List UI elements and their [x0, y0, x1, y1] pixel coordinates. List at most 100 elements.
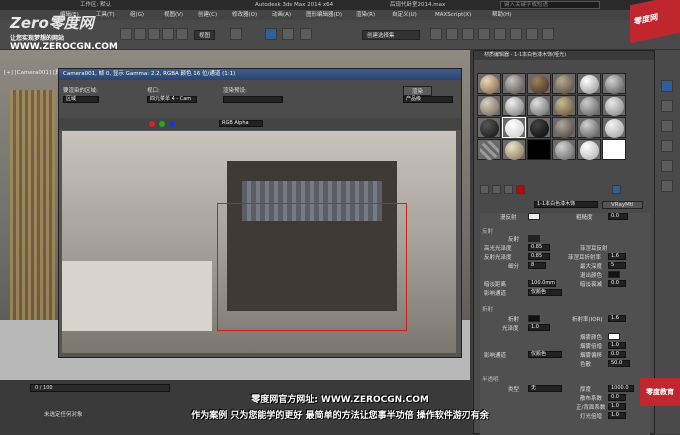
scale-icon[interactable]: [176, 28, 188, 40]
motion-panel-icon[interactable]: [661, 140, 673, 152]
menu-help[interactable]: 帮助(H): [492, 10, 511, 20]
pivot-icon[interactable]: [230, 28, 242, 40]
sample-slot[interactable]: [527, 95, 551, 116]
menu-customize[interactable]: 自定义(U): [392, 10, 417, 20]
sample-slot[interactable]: [602, 139, 626, 160]
sample-slot[interactable]: [577, 95, 601, 116]
menu-modifiers[interactable]: 修改器(O): [232, 10, 257, 20]
exit-color-swatch[interactable]: [608, 271, 620, 278]
sample-slot-active[interactable]: [502, 117, 526, 138]
fresnel-ior-spinner[interactable]: 1.6: [608, 253, 626, 260]
sample-slot[interactable]: [502, 95, 526, 116]
affect-channels-dropdown[interactable]: 仅颜色: [528, 289, 562, 296]
material-editor-icon[interactable]: [510, 28, 522, 40]
select-region-icon[interactable]: [134, 28, 146, 40]
menu-rendering[interactable]: 渲染(R): [356, 10, 375, 20]
display-panel-icon[interactable]: [661, 160, 673, 172]
blue-channel-icon[interactable]: [169, 121, 175, 127]
render-button[interactable]: 渲染: [403, 86, 433, 96]
view-dropdown[interactable]: 视图: [194, 30, 216, 40]
reflect-swatch[interactable]: [528, 235, 540, 242]
refract-affect-channels-dropdown[interactable]: 仅颜色: [528, 351, 562, 358]
modify-panel-icon[interactable]: [661, 100, 673, 112]
selection-set-dropdown[interactable]: 创建选择集: [362, 30, 420, 40]
fog-mult-spinner[interactable]: 1.0: [608, 342, 626, 349]
time-slider[interactable]: 0 / 100: [30, 384, 170, 392]
green-channel-icon[interactable]: [159, 121, 165, 127]
render-icon[interactable]: [542, 28, 554, 40]
mirror-icon[interactable]: [430, 28, 442, 40]
sample-slot[interactable]: [477, 139, 501, 160]
sample-slot[interactable]: [552, 139, 576, 160]
percent-snap-icon[interactable]: [300, 28, 312, 40]
render-region-box[interactable]: [217, 203, 407, 331]
reflect-section-title[interactable]: 反射: [482, 227, 493, 235]
translucency-section-title[interactable]: 半透明: [482, 375, 499, 383]
dim-dist-spinner[interactable]: 100.0mm: [528, 280, 556, 287]
hilight-gloss-spinner[interactable]: 0.85: [528, 244, 550, 251]
workspace-label[interactable]: 工作区: 默认: [80, 0, 111, 10]
sample-slot[interactable]: [552, 95, 576, 116]
channel-dropdown[interactable]: RGB Alpha: [219, 120, 263, 127]
menu-create[interactable]: 创建(C): [198, 10, 217, 20]
max-depth-spinner[interactable]: 5: [608, 262, 626, 269]
refract-swatch[interactable]: [528, 315, 540, 322]
sample-slot[interactable]: [577, 117, 601, 138]
sample-slot[interactable]: [602, 95, 626, 116]
move-icon[interactable]: [148, 28, 160, 40]
refl-gloss-spinner[interactable]: 0.85: [528, 253, 550, 260]
sample-slot[interactable]: [527, 139, 551, 160]
refract-section-title[interactable]: 折射: [482, 305, 493, 313]
align-icon[interactable]: [446, 28, 458, 40]
abbe-spinner[interactable]: 50.0: [608, 360, 630, 367]
sample-slot[interactable]: [577, 139, 601, 160]
hierarchy-panel-icon[interactable]: [661, 120, 673, 132]
render-setup-icon[interactable]: [526, 28, 538, 40]
menu-maxscript[interactable]: MAXScript(X): [435, 10, 471, 20]
get-material-icon[interactable]: [480, 185, 489, 194]
assign-material-icon[interactable]: [504, 185, 513, 194]
product-dropdown[interactable]: 产品级: [403, 96, 453, 103]
sample-slot[interactable]: [552, 73, 576, 94]
ior-spinner[interactable]: 1.6: [608, 315, 626, 322]
select-icon[interactable]: [120, 28, 132, 40]
schematic-icon[interactable]: [494, 28, 506, 40]
diffuse-swatch[interactable]: [528, 213, 540, 220]
sample-slot[interactable]: [527, 73, 551, 94]
search-input[interactable]: 键入关键字或短语: [500, 1, 600, 9]
sample-slot[interactable]: [602, 117, 626, 138]
viewport-dropdown[interactable]: 四元菜单 4 - Cam: [147, 96, 197, 103]
translucency-type-dropdown[interactable]: 无: [528, 385, 562, 392]
gloss-spinner[interactable]: 1.0: [528, 324, 550, 331]
subdivs-spinner[interactable]: 8: [528, 262, 546, 269]
fog-color-swatch[interactable]: [608, 333, 620, 340]
utilities-panel-icon[interactable]: [661, 180, 673, 192]
sample-slot[interactable]: [527, 117, 551, 138]
sample-slot[interactable]: [477, 117, 501, 138]
material-type-button[interactable]: VRayMtl: [602, 201, 643, 209]
sample-slot[interactable]: [602, 73, 626, 94]
material-name-field[interactable]: 1-1本白色漆木饰: [534, 201, 598, 208]
sample-slot[interactable]: [502, 73, 526, 94]
menu-animation[interactable]: 动画(A): [272, 10, 291, 20]
thickness-spinner[interactable]: 1000.0: [608, 385, 634, 392]
sample-slot[interactable]: [477, 95, 501, 116]
create-panel-icon[interactable]: [661, 80, 673, 92]
put-to-scene-icon[interactable]: [492, 185, 501, 194]
curve-editor-icon[interactable]: [478, 28, 490, 40]
layer-icon[interactable]: [462, 28, 474, 40]
sample-slot[interactable]: [552, 117, 576, 138]
sample-slot[interactable]: [502, 139, 526, 160]
preset-dropdown[interactable]: [223, 96, 283, 103]
sample-slot[interactable]: [577, 73, 601, 94]
reset-material-icon[interactable]: [516, 185, 525, 194]
menu-graph-editors[interactable]: 图形编辑器(D): [306, 10, 342, 20]
roughness-spinner[interactable]: 0.0: [608, 213, 628, 220]
dim-falloff-spinner[interactable]: 0.0: [608, 280, 626, 287]
menu-views[interactable]: 视图(V): [164, 10, 183, 20]
angle-snap-icon[interactable]: [282, 28, 294, 40]
area-dropdown[interactable]: 区域: [63, 96, 99, 103]
sample-slot[interactable]: [477, 73, 501, 94]
show-map-icon[interactable]: [612, 185, 621, 194]
red-channel-icon[interactable]: [149, 121, 155, 127]
